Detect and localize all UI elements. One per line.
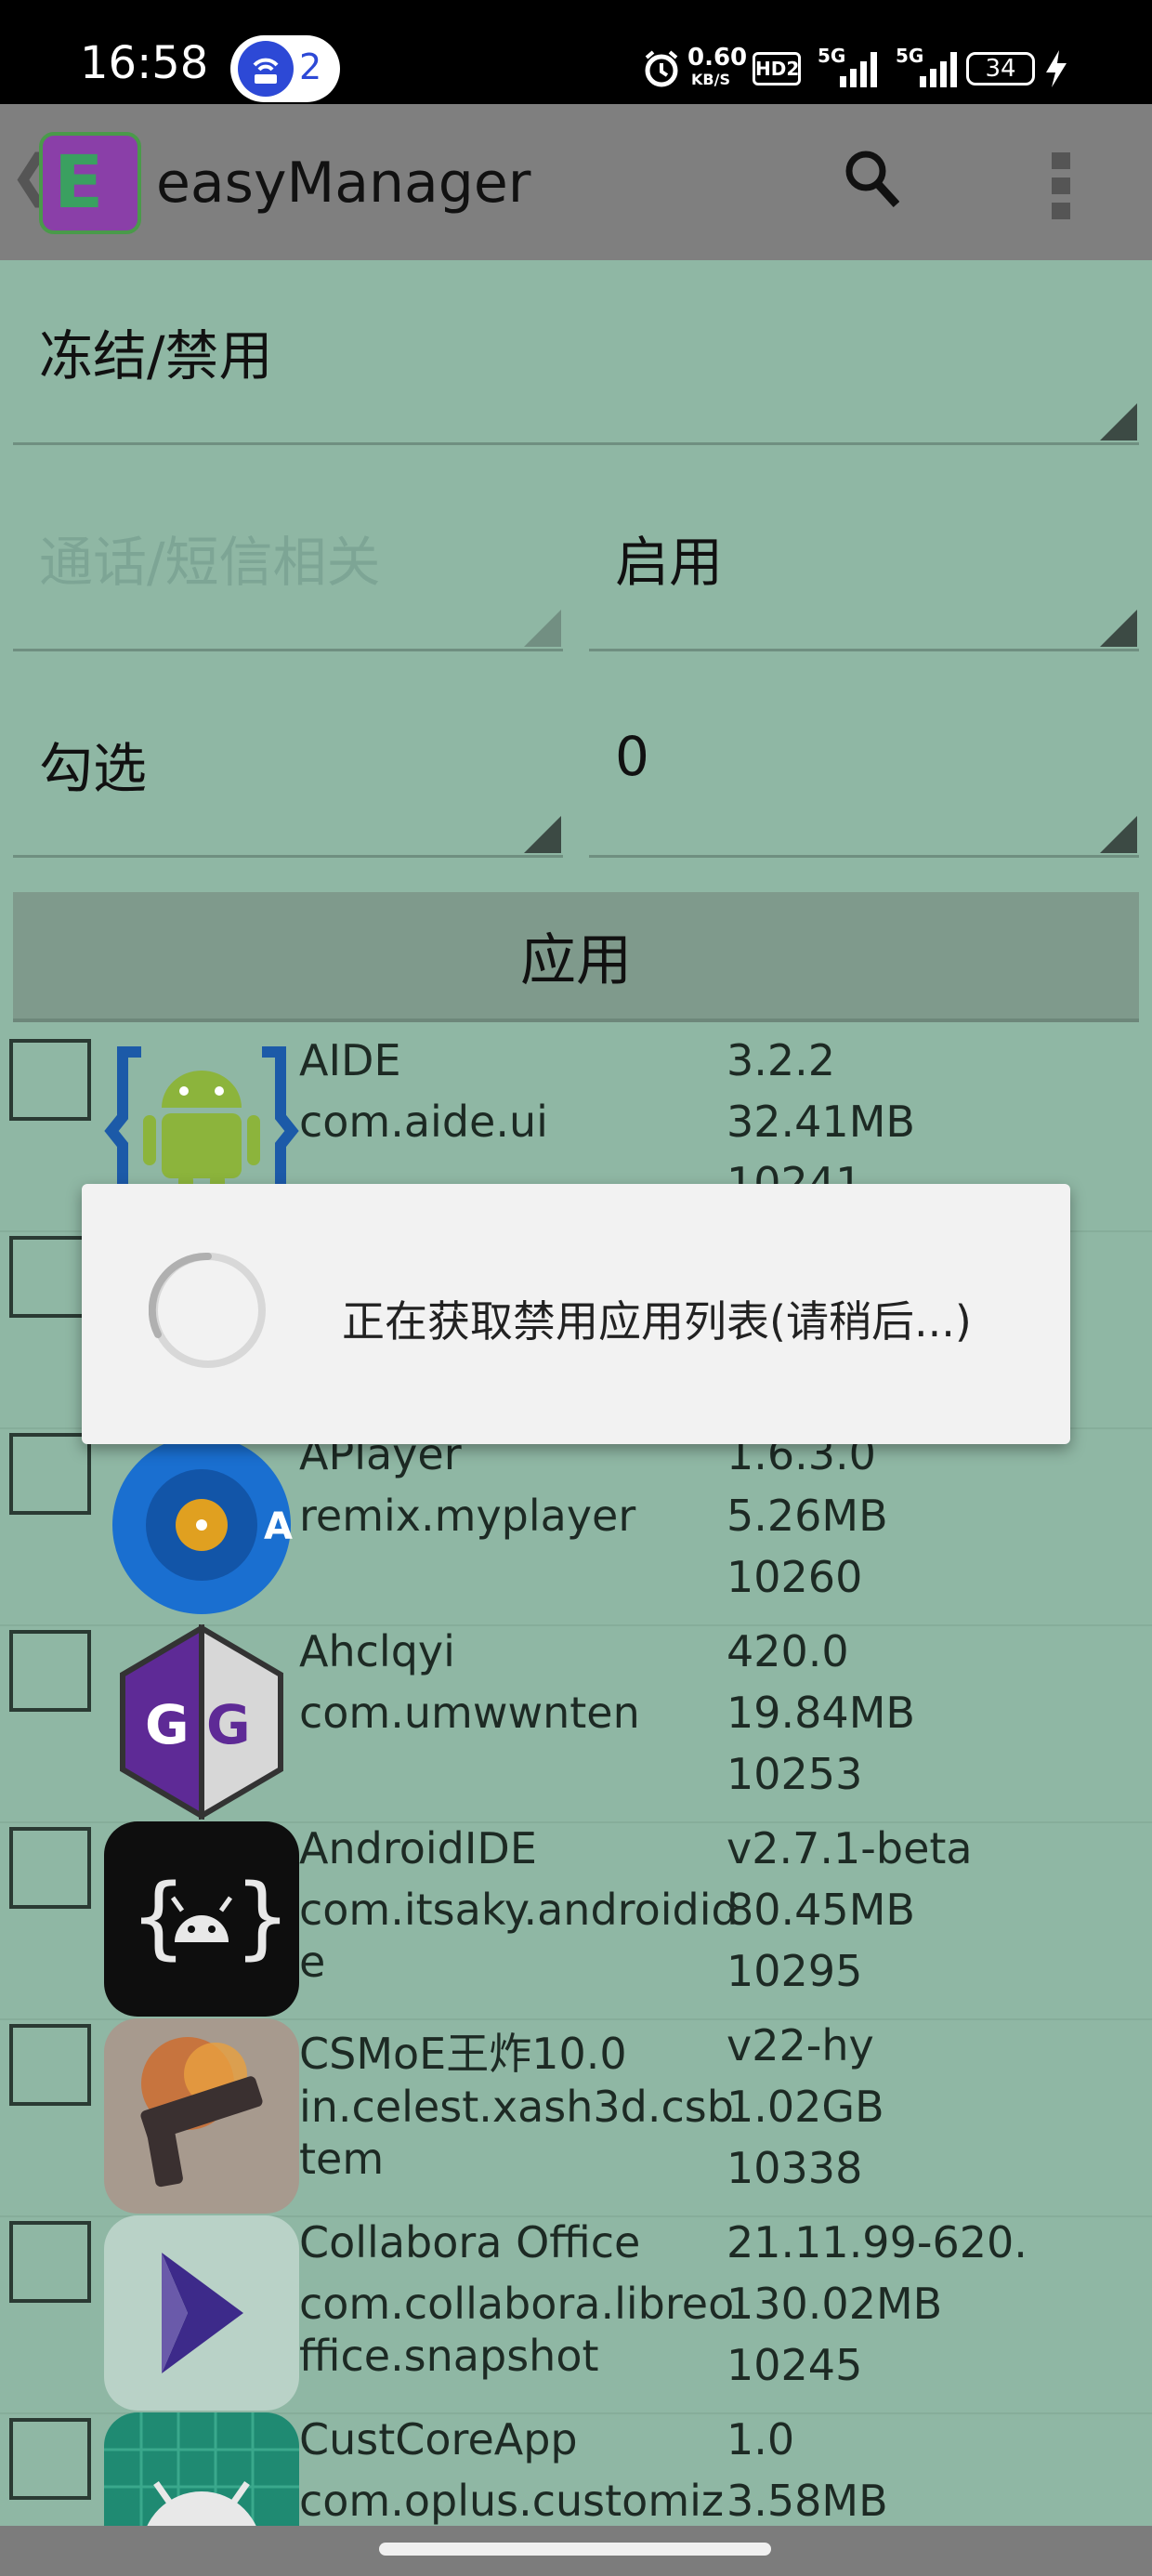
- loading-message: 正在获取禁用应用列表(请稍后...): [342, 1296, 972, 1347]
- select-dropdown[interactable]: 勾选: [13, 673, 563, 859]
- net-speed-unit: KB/S: [691, 71, 730, 88]
- action-dropdown-value: 启用: [615, 531, 724, 594]
- net-speed-value: 0.60: [687, 44, 748, 72]
- row-checkbox[interactable]: [9, 2221, 91, 2303]
- row-checkbox[interactable]: [9, 2418, 91, 2500]
- app-uid: 10260: [727, 1552, 863, 1602]
- app-package: in.celest.xash3d.csb: [299, 2082, 734, 2132]
- row-checkbox[interactable]: [9, 1236, 91, 1318]
- network-type-label: 5G: [818, 45, 846, 67]
- charging-icon: [1044, 48, 1068, 93]
- app-name: Ahclqyi: [299, 1626, 455, 1676]
- app-version: 1.0: [727, 2414, 795, 2464]
- app-version: v2.7.1-beta: [727, 1823, 973, 1873]
- app-uid: 10295: [727, 1946, 863, 1996]
- row-checkbox[interactable]: [9, 2024, 91, 2106]
- app-size: 5.26MB: [727, 1491, 888, 1541]
- category-dropdown[interactable]: 通话/短信相关: [13, 467, 563, 652]
- svg-text:G: G: [206, 1693, 251, 1756]
- row-checkbox[interactable]: [9, 1827, 91, 1909]
- row-checkbox[interactable]: [9, 1039, 91, 1121]
- app-name: CSMoE王炸10.0: [299, 2029, 627, 2079]
- category-dropdown-placeholder: 通话/短信相关: [39, 531, 381, 594]
- count-dropdown[interactable]: 0: [589, 673, 1139, 859]
- app-row[interactable]: Collabora Office com.collabora.libreo ff…: [0, 2215, 1152, 2414]
- dropdown-arrow-icon: [1100, 403, 1137, 440]
- overflow-menu-icon[interactable]: [1050, 151, 1072, 221]
- battery-icon: 34: [966, 52, 1035, 85]
- app-uid: 10338: [727, 2143, 863, 2193]
- app-version: 21.11.99-620.: [727, 2217, 1028, 2267]
- action-dropdown[interactable]: 启用: [589, 467, 1139, 652]
- dropdown-arrow-icon: [1100, 816, 1137, 853]
- app-logo-letter: E: [54, 141, 104, 225]
- select-dropdown-value: 勾选: [39, 737, 148, 800]
- app-package: remix.myplayer: [299, 1491, 636, 1541]
- app-icon: [104, 2215, 299, 2411]
- app-icon: [104, 2018, 299, 2214]
- dropdown-arrow-icon: [524, 610, 561, 647]
- dropdown-underline: [13, 855, 563, 858]
- dropdown-underline: [589, 855, 1139, 858]
- app-uid: 10253: [727, 1749, 863, 1799]
- app-size: 32.41MB: [727, 1097, 915, 1147]
- app-size: 1.02GB: [727, 2082, 884, 2132]
- alarm-icon: [641, 48, 682, 93]
- app-name: AIDE: [299, 1035, 401, 1085]
- search-icon[interactable]: [844, 147, 900, 212]
- app-version: v22-hy: [727, 2020, 874, 2070]
- apply-button[interactable]: 应用: [13, 892, 1139, 1022]
- svg-text:G: G: [145, 1693, 190, 1756]
- hd-voice-icon: HD2: [753, 52, 801, 85]
- hotspot-icon: [238, 41, 294, 97]
- dropdown-underline: [13, 649, 563, 651]
- app-package-continued: ffice.snapshot: [299, 2331, 599, 2381]
- app-row[interactable]: A APlayer remix.myplayer 1.6.3.0 5.26MB …: [0, 1427, 1152, 1626]
- home-gesture-handle[interactable]: [379, 2543, 771, 2556]
- app-size: 19.84MB: [727, 1688, 915, 1738]
- app-size: 130.02MB: [727, 2279, 943, 2329]
- app-icon: G G: [104, 1624, 299, 1820]
- app-package: com.itsaky.androidid: [299, 1885, 739, 1935]
- dropdown-arrow-icon: [1100, 610, 1137, 647]
- svg-text:A: A: [264, 1505, 293, 1548]
- mode-dropdown[interactable]: 冻结/禁用: [13, 260, 1139, 446]
- app-package: com.collabora.libreo: [299, 2279, 735, 2329]
- row-checkbox[interactable]: [9, 1433, 91, 1515]
- app-size: 3.58MB: [727, 2476, 888, 2526]
- notification-count: 2: [299, 46, 322, 87]
- app-name: AndroidIDE: [299, 1823, 537, 1873]
- app-package: com.umwwnten: [299, 1688, 640, 1738]
- dropdown-underline: [13, 442, 1139, 445]
- svg-text:{: {: [130, 1865, 187, 1969]
- app-icon: A: [104, 1427, 299, 1623]
- app-version: 420.0: [727, 1626, 849, 1676]
- app-row[interactable]: CustCoreApp com.oplus.customiz 1.0 3.58M…: [0, 2412, 1152, 2526]
- app-package: com.aide.ui: [299, 1097, 548, 1147]
- count-dropdown-value: 0: [615, 725, 649, 788]
- dropdown-underline: [589, 649, 1139, 651]
- app-package-continued: e: [299, 1937, 326, 1987]
- app-row[interactable]: G G Ahclqyi com.umwwnten 420.0 19.84MB 1…: [0, 1624, 1152, 1823]
- app-package: com.oplus.customiz: [299, 2476, 725, 2526]
- app-size: 80.45MB: [727, 1885, 915, 1935]
- app-row[interactable]: { } AndroidIDE com.itsaky.androidid e v2…: [0, 1821, 1152, 2020]
- app-icon: { }: [104, 1821, 299, 2017]
- app-uid: 10245: [727, 2340, 863, 2390]
- app-row[interactable]: CSMoE王炸10.0 in.celest.xash3d.csb tem v22…: [0, 2018, 1152, 2217]
- mode-dropdown-value: 冻结/禁用: [39, 324, 273, 388]
- app-name: CustCoreApp: [299, 2414, 578, 2464]
- loading-dialog: 正在获取禁用应用列表(请稍后...): [82, 1184, 1070, 1444]
- dropdown-arrow-icon: [524, 816, 561, 853]
- row-checkbox[interactable]: [9, 1630, 91, 1712]
- app-icon: [104, 2412, 299, 2526]
- clock: 16:58: [80, 37, 209, 89]
- app-version: 3.2.2: [727, 1035, 836, 1085]
- app-package-continued: tem: [299, 2134, 385, 2184]
- network-type-label: 5G: [896, 45, 924, 67]
- svg-text:}: }: [234, 1865, 291, 1969]
- app-title: easyManager: [156, 151, 531, 216]
- app-name: Collabora Office: [299, 2217, 641, 2267]
- loading-spinner-icon: [148, 1251, 268, 1370]
